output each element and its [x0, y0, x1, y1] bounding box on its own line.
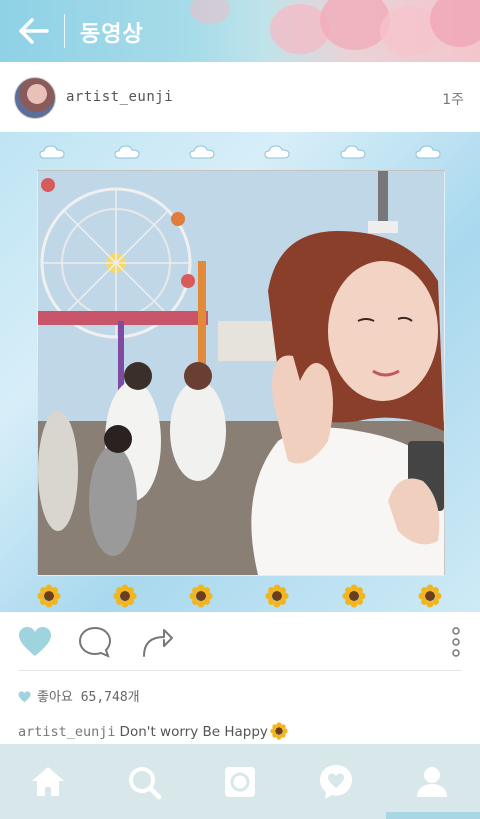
cloud-icon: [415, 145, 441, 159]
share-button[interactable]: [140, 626, 174, 658]
post-header: artist_eunji 1주: [0, 62, 480, 133]
sunflower-icon: [113, 584, 137, 608]
like-count[interactable]: 좋아요 65,748개: [18, 686, 140, 705]
back-button[interactable]: [16, 16, 50, 46]
camera-icon: [225, 767, 255, 797]
sunflower-decoration-row: [0, 584, 480, 610]
sunflower-icon: [342, 584, 366, 608]
cloud-icon: [189, 145, 215, 159]
heart-icon: [19, 627, 51, 656]
cloud-icon: [340, 145, 366, 159]
divider: [18, 670, 462, 671]
caption: artist_eunji Don't worry Be Happy: [18, 722, 288, 740]
active-tab-indicator: [386, 812, 480, 819]
cloud-decoration-row: [0, 144, 480, 164]
cloud-icon: [39, 145, 65, 159]
more-vertical-icon: [452, 627, 460, 657]
cloud-icon: [264, 145, 290, 159]
sunflower-icon: [418, 584, 442, 608]
video-frame-image: [38, 171, 444, 575]
nav-home[interactable]: [28, 762, 68, 802]
post-username[interactable]: artist_eunji: [66, 89, 173, 105]
home-icon: [32, 767, 64, 796]
like-button[interactable]: [18, 626, 52, 658]
small-heart-icon: [18, 691, 31, 703]
sunflower-icon: [37, 584, 61, 608]
profile-icon: [417, 767, 447, 797]
more-options-button[interactable]: [450, 626, 462, 658]
nav-camera[interactable]: [220, 762, 260, 802]
nav-activity[interactable]: [316, 762, 356, 802]
blossom-decoration: [190, 0, 230, 24]
page-title: 동영상: [80, 22, 144, 47]
like-count-label: 좋아요 65,748개: [37, 690, 140, 705]
avatar[interactable]: [14, 77, 56, 119]
search-icon: [129, 767, 162, 800]
nav-profile[interactable]: [412, 762, 452, 802]
caption-username[interactable]: artist_eunji: [18, 724, 116, 740]
bottom-navigation: [0, 744, 480, 819]
comment-button[interactable]: [78, 626, 112, 658]
post-media[interactable]: [0, 132, 480, 612]
blossom-decoration: [320, 0, 390, 50]
comment-icon: [78, 626, 112, 658]
header-divider: [64, 14, 65, 48]
sunflower-icon: [265, 584, 289, 608]
video-frame[interactable]: [37, 170, 445, 576]
sunflower-icon: [189, 584, 213, 608]
top-bar: 동영상: [0, 0, 480, 62]
arrow-left-icon: [19, 18, 49, 44]
post-time: 1주: [442, 92, 464, 108]
share-icon: [143, 629, 173, 657]
nav-search[interactable]: [124, 762, 164, 802]
sunflower-emoji-icon: [270, 722, 288, 740]
caption-text: Don't worry Be Happy: [119, 724, 268, 740]
action-bar: [0, 612, 480, 672]
cloud-icon: [114, 145, 140, 159]
activity-icon: [320, 765, 352, 799]
